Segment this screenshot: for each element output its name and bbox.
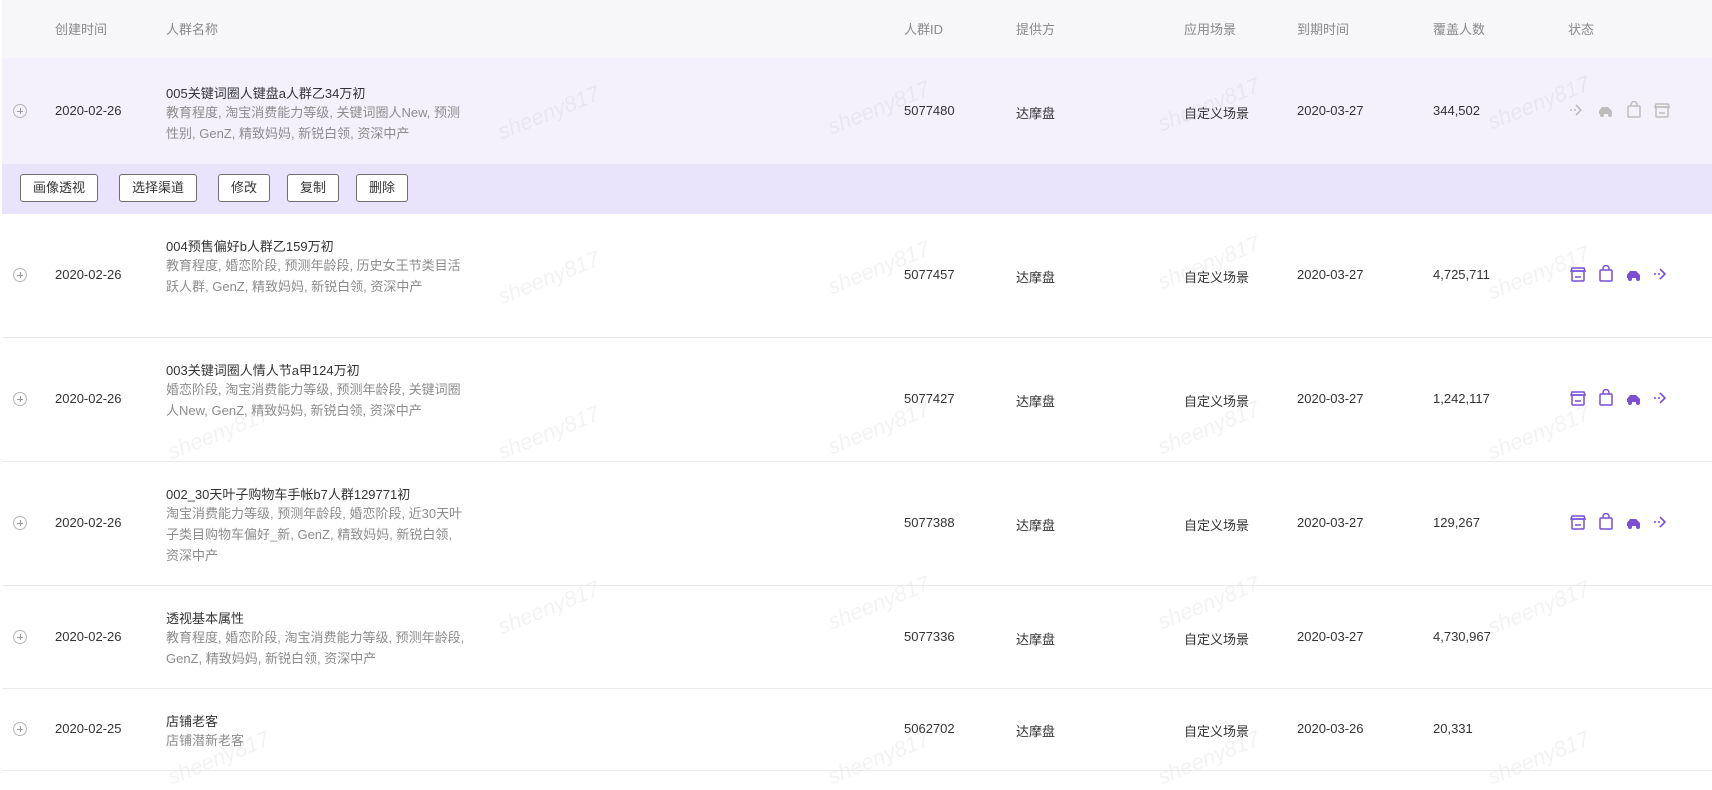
car-icon[interactable] — [1625, 389, 1643, 407]
table-row[interactable]: 2020-02-26 004预售偏好b人群乙159万初 教育程度, 婚恋阶段, … — [2, 214, 1712, 338]
shopping-bag-icon[interactable] — [1597, 265, 1615, 283]
col-name[interactable]: 人群名称 — [166, 19, 218, 38]
delete-button[interactable]: 删除 — [356, 174, 409, 202]
crowd-tags: 教育程度, 婚恋阶段, 预测年龄段, 历史女王节类目活跃人群, GenZ, 精致… — [166, 258, 461, 294]
created-date: 2020-02-26 — [55, 267, 122, 282]
provider: 达摩盘 — [1016, 270, 1056, 285]
expand-toggle-icon[interactable] — [13, 630, 27, 644]
store-icon[interactable] — [1569, 265, 1587, 283]
col-provider[interactable]: 提供方 — [1016, 19, 1055, 38]
created-date: 2020-02-26 — [55, 103, 122, 118]
scene: 自定义场景 — [1184, 632, 1250, 647]
status-icons — [1569, 513, 1689, 533]
coverage-count: 4,725,711 — [1433, 267, 1490, 282]
col-expiry[interactable]: 到期时间 — [1297, 19, 1349, 38]
scene: 自定义场景 — [1184, 270, 1250, 285]
provider: 达摩盘 — [1016, 632, 1056, 647]
crowd-id: 5062702 — [904, 721, 955, 736]
store-icon[interactable] — [1569, 389, 1587, 407]
provider: 达摩盘 — [1016, 106, 1056, 121]
expand-toggle-icon[interactable] — [13, 104, 27, 118]
expand-toggle-icon[interactable] — [13, 722, 27, 736]
crowd-id: 5077427 — [904, 391, 955, 406]
status-icons — [1569, 265, 1689, 285]
created-date: 2020-02-26 — [55, 629, 122, 644]
crowd-name[interactable]: 003关键词圈人情人节a甲124万初 — [166, 360, 360, 379]
coverage-count: 1,242,117 — [1433, 391, 1490, 406]
crowd-tags: 教育程度, 婚恋阶段, 淘宝消费能力等级, 预测年龄段, GenZ, 精致妈妈,… — [166, 630, 465, 666]
copy-button[interactable]: 复制 — [287, 174, 340, 202]
crowd-id: 5077457 — [904, 267, 955, 282]
crowd-tags: 淘宝消费能力等级, 预测年龄段, 婚恋阶段, 近30天叶子类目购物车偏好_新, … — [166, 506, 463, 563]
scene: 自定义场景 — [1184, 518, 1250, 533]
crowd-id: 5077480 — [904, 103, 955, 118]
created-date: 2020-02-25 — [55, 721, 122, 736]
scene: 自定义场景 — [1184, 724, 1250, 739]
status-icons — [1569, 101, 1689, 121]
row-action-bar: 画像透视 选择渠道 修改 复制 删除 — [2, 164, 1712, 214]
dispatch-arrow-icon[interactable] — [1653, 389, 1671, 407]
store-icon[interactable] — [1569, 513, 1587, 531]
shopping-bag-icon[interactable] — [1625, 101, 1643, 119]
created-date: 2020-02-26 — [55, 391, 122, 406]
expand-toggle-icon[interactable] — [13, 268, 27, 282]
col-id[interactable]: 人群ID — [904, 19, 943, 38]
provider: 达摩盘 — [1016, 394, 1056, 409]
table-row[interactable]: 2020-02-26 005关键词圈人键盘a人群乙34万初 教育程度, 淘宝消费… — [2, 58, 1712, 164]
dispatch-arrow-icon[interactable] — [1653, 265, 1671, 283]
car-icon[interactable] — [1625, 265, 1643, 283]
expiry-date: 2020-03-27 — [1297, 103, 1364, 118]
dispatch-arrow-icon[interactable] — [1653, 513, 1671, 531]
table-row[interactable]: 2020-02-26 002_30天叶子购物车手帐b7人群129771初 淘宝消… — [2, 462, 1712, 586]
table-header: 创建时间 人群名称 人群ID 提供方 应用场景 到期时间 覆盖人数 状态 — [2, 0, 1712, 58]
crowd-id: 5077336 — [904, 629, 955, 644]
shopping-bag-icon[interactable] — [1597, 513, 1615, 531]
provider: 达摩盘 — [1016, 518, 1056, 533]
expand-toggle-icon[interactable] — [13, 392, 27, 406]
coverage-count: 129,267 — [1433, 515, 1480, 530]
created-date: 2020-02-26 — [55, 515, 122, 530]
crowd-tags: 婚恋阶段, 淘宝消费能力等级, 预测年龄段, 关键词圈人New, GenZ, 精… — [166, 382, 461, 418]
scene: 自定义场景 — [1184, 394, 1250, 409]
crowd-id: 5077388 — [904, 515, 955, 530]
car-icon[interactable] — [1625, 513, 1643, 531]
crowd-name[interactable]: 店铺老客 — [166, 711, 218, 730]
col-status[interactable]: 状态 — [1568, 19, 1594, 38]
portrait-view-button[interactable]: 画像透视 — [20, 174, 99, 202]
coverage-count: 4,730,967 — [1433, 629, 1491, 644]
crowd-name[interactable]: 004预售偏好b人群乙159万初 — [166, 236, 334, 255]
expiry-date: 2020-03-26 — [1297, 721, 1364, 736]
crowd-table: 创建时间 人群名称 人群ID 提供方 应用场景 到期时间 覆盖人数 状态 202… — [2, 0, 1712, 771]
status-icons — [1569, 389, 1689, 409]
shopping-bag-icon[interactable] — [1597, 389, 1615, 407]
coverage-count: 344,502 — [1433, 103, 1480, 118]
crowd-name[interactable]: 002_30天叶子购物车手帐b7人群129771初 — [166, 484, 410, 503]
crowd-tags: 教育程度, 淘宝消费能力等级, 关键词圈人New, 预测性别, GenZ, 精致… — [166, 105, 460, 141]
col-coverage[interactable]: 覆盖人数 — [1433, 19, 1485, 38]
col-created[interactable]: 创建时间 — [55, 19, 107, 38]
edit-button[interactable]: 修改 — [218, 174, 271, 202]
expiry-date: 2020-03-27 — [1297, 391, 1364, 406]
col-scene[interactable]: 应用场景 — [1184, 19, 1236, 38]
crowd-name[interactable]: 透视基本属性 — [166, 608, 244, 627]
dispatch-arrow-icon[interactable] — [1569, 101, 1587, 119]
coverage-count: 20,331 — [1433, 721, 1473, 736]
expiry-date: 2020-03-27 — [1297, 267, 1364, 282]
expand-toggle-icon[interactable] — [13, 516, 27, 530]
store-icon[interactable] — [1653, 101, 1671, 119]
crowd-tags: 店铺潜新老客 — [166, 733, 245, 748]
car-icon[interactable] — [1597, 101, 1615, 119]
table-row[interactable]: 2020-02-26 003关键词圈人情人节a甲124万初 婚恋阶段, 淘宝消费… — [2, 338, 1712, 462]
expiry-date: 2020-03-27 — [1297, 629, 1364, 644]
scene: 自定义场景 — [1184, 106, 1250, 121]
select-channel-button[interactable]: 选择渠道 — [119, 174, 198, 202]
provider: 达摩盘 — [1016, 724, 1056, 739]
table-row[interactable]: 2020-02-26 透视基本属性 教育程度, 婚恋阶段, 淘宝消费能力等级, … — [2, 586, 1712, 689]
crowd-name[interactable]: 005关键词圈人键盘a人群乙34万初 — [166, 83, 365, 102]
table-row[interactable]: 2020-02-25 店铺老客 店铺潜新老客 5062702 达摩盘 自定义场景… — [2, 689, 1712, 771]
expiry-date: 2020-03-27 — [1297, 515, 1364, 530]
